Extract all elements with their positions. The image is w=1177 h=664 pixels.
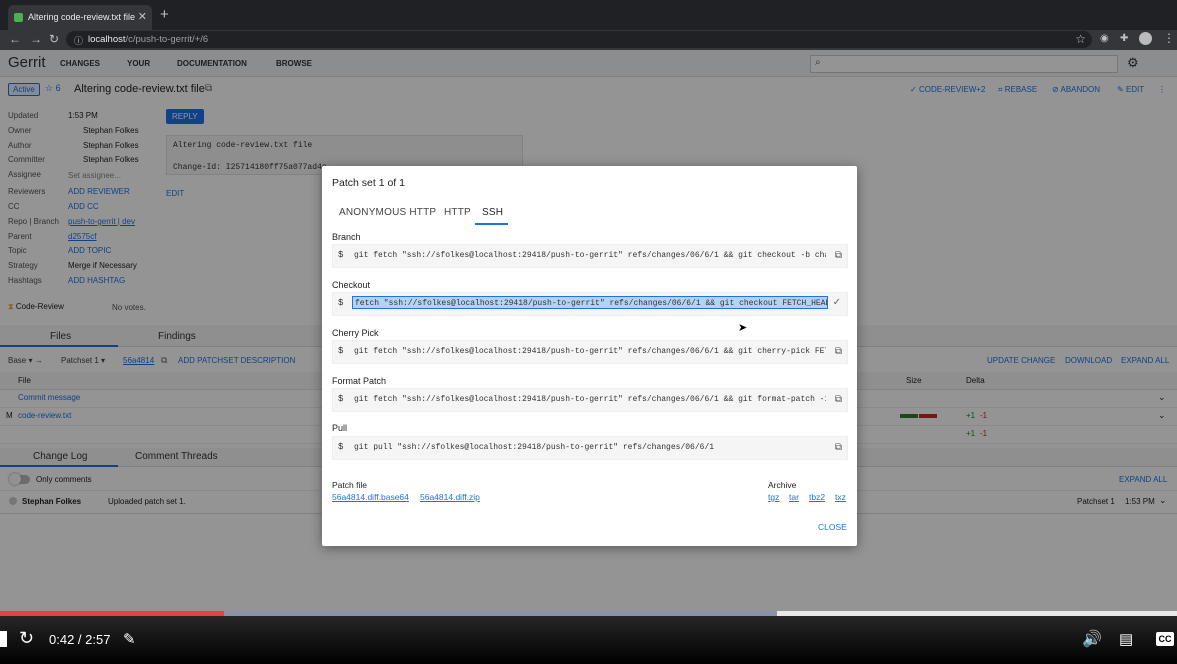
address-bar[interactable]: ⓘ localhost/c/push-to-gerrit/+/6 ☆ bbox=[66, 31, 1092, 48]
bookmark-star-icon[interactable]: ☆ bbox=[1075, 32, 1086, 46]
download-dialog: Patch set 1 of 1 ANONYMOUS HTTP HTTP SSH… bbox=[322, 166, 857, 546]
play-pause-button[interactable] bbox=[0, 631, 7, 647]
progress-buffered bbox=[223, 611, 777, 616]
notes-icon[interactable]: ✎ bbox=[123, 630, 136, 648]
progress-played bbox=[0, 611, 224, 616]
info-icon[interactable]: ⓘ bbox=[74, 34, 83, 47]
section-label-format-patch: Format Patch bbox=[332, 376, 387, 386]
patch-link-base64[interactable]: 56a4814.diff.base64 bbox=[332, 492, 409, 502]
tab-anonymous-http[interactable]: ANONYMOUS HTTP bbox=[339, 207, 436, 218]
close-tab-icon[interactable]: ✕ bbox=[138, 10, 147, 23]
puzzle-icon[interactable]: ✚ bbox=[1120, 33, 1128, 44]
section-label-checkout: Checkout bbox=[332, 280, 371, 290]
prompt-symbol: $ bbox=[338, 394, 344, 404]
extension-icon[interactable]: ◉ bbox=[1100, 33, 1109, 44]
volume-icon[interactable]: 🔊 bbox=[1082, 629, 1102, 649]
copy-icon[interactable]: ⧉ bbox=[835, 394, 842, 405]
browser-tab-bar: Altering code-review.txt file (6) ✕ + bbox=[0, 0, 1177, 30]
replay-icon[interactable]: ↻ bbox=[19, 628, 34, 649]
section-label-cherry-pick: Cherry Pick bbox=[332, 328, 379, 338]
copy-icon[interactable]: ⧉ bbox=[835, 346, 842, 357]
patch-link-zip[interactable]: 56a4814.diff.zip bbox=[420, 492, 480, 502]
command-box-cherry-pick[interactable]: $ git fetch "ssh://sfolkes@localhost:294… bbox=[332, 340, 848, 364]
back-icon[interactable]: ← bbox=[9, 32, 21, 46]
tab-ssh[interactable]: SSH bbox=[482, 207, 503, 218]
new-tab-button[interactable]: + bbox=[160, 6, 169, 23]
patch-file-label: Patch file bbox=[332, 480, 367, 490]
command-box-branch[interactable]: $ git fetch "ssh://sfolkes@localhost:294… bbox=[332, 244, 848, 268]
command-text[interactable]: git fetch "ssh://sfolkes@localhost:29418… bbox=[354, 251, 826, 260]
command-box-pull[interactable]: $ git pull "ssh://sfolkes@localhost:2941… bbox=[332, 436, 848, 460]
command-text-selected[interactable]: fetch "ssh://sfolkes@localhost:29418/pus… bbox=[352, 296, 828, 309]
forward-icon[interactable]: → bbox=[30, 32, 42, 46]
command-box-format-patch[interactable]: $ git fetch "ssh://sfolkes@localhost:294… bbox=[332, 388, 848, 412]
prompt-symbol: $ bbox=[338, 250, 344, 260]
archive-link-tbz2[interactable]: tbz2 bbox=[809, 492, 825, 502]
close-button[interactable]: CLOSE bbox=[818, 522, 847, 532]
prompt-symbol: $ bbox=[338, 346, 344, 356]
dialog-title: Patch set 1 of 1 bbox=[332, 177, 405, 189]
section-label-branch: Branch bbox=[332, 232, 361, 242]
mouse-cursor-icon: ➤ bbox=[738, 322, 748, 334]
command-text[interactable]: git fetch "ssh://sfolkes@localhost:29418… bbox=[354, 395, 826, 404]
copy-icon[interactable]: ⧉ bbox=[835, 442, 842, 453]
video-controls bbox=[0, 612, 1177, 664]
archive-label: Archive bbox=[768, 480, 797, 490]
tab-http[interactable]: HTTP bbox=[444, 207, 471, 218]
prompt-symbol: $ bbox=[338, 298, 344, 308]
reload-icon[interactable]: ↻ bbox=[49, 32, 59, 46]
closed-captions-button[interactable]: CC bbox=[1156, 632, 1174, 646]
chrome-menu-icon[interactable]: ⋮ bbox=[1163, 31, 1175, 45]
check-icon: ✓ bbox=[832, 297, 841, 308]
command-text[interactable]: git pull "ssh://sfolkes@localhost:29418/… bbox=[354, 443, 826, 452]
section-label-pull: Pull bbox=[332, 423, 348, 433]
video-time: 0:42 / 2:57 bbox=[49, 632, 111, 647]
favicon-icon bbox=[14, 13, 23, 22]
url-text: localhost/c/push-to-gerrit/+/6 bbox=[88, 34, 209, 45]
prompt-symbol: $ bbox=[338, 442, 344, 452]
archive-link-tar[interactable]: tar bbox=[789, 492, 799, 502]
browser-tab[interactable]: Altering code-review.txt file (6) ✕ bbox=[8, 5, 152, 30]
command-box-checkout[interactable]: $ fetch "ssh://sfolkes@localhost:29418/p… bbox=[332, 292, 848, 316]
profile-avatar[interactable] bbox=[1139, 32, 1152, 45]
transcript-icon[interactable]: ▤ bbox=[1119, 630, 1133, 648]
command-text[interactable]: git fetch "ssh://sfolkes@localhost:29418… bbox=[354, 347, 826, 356]
tab-title: Altering code-review.txt file (6) bbox=[28, 12, 136, 22]
copy-icon[interactable]: ⧉ bbox=[835, 250, 842, 261]
archive-link-tgz[interactable]: tgz bbox=[768, 492, 779, 502]
tab-underline bbox=[475, 223, 508, 225]
archive-link-txz[interactable]: txz bbox=[835, 492, 846, 502]
